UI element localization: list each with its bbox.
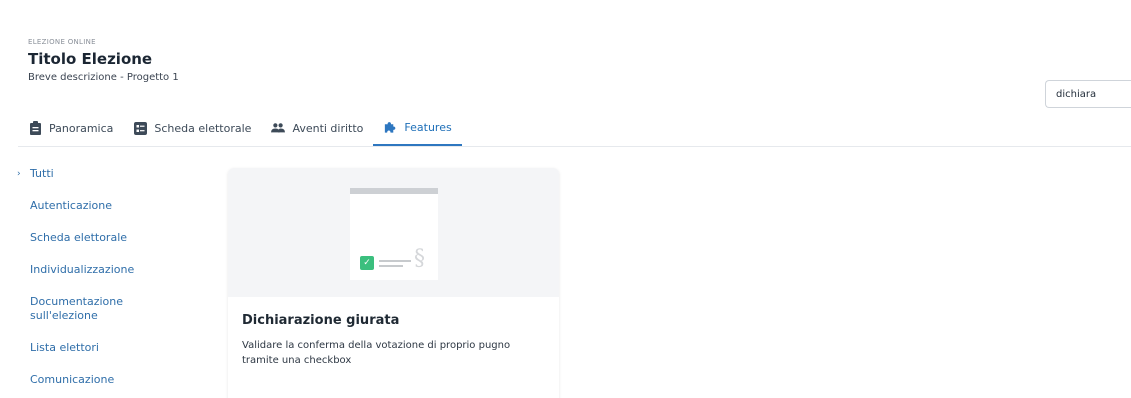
feature-card[interactable]: ✓ § Dichiarazione giurata Validare la co…: [228, 168, 559, 398]
sidebar-item-documentazione[interactable]: Documentazione sull'elezione: [16, 292, 166, 326]
card-title: Dichiarazione giurata: [242, 313, 400, 328]
card-description: Validare la conferma della votazione di …: [242, 340, 511, 366]
tab-label: Features: [404, 120, 452, 134]
sidebar-item-lista-elettori[interactable]: Lista elettori: [16, 338, 196, 358]
tab-divider: [18, 146, 1131, 147]
sidebar-item-tutti[interactable]: › Tutti: [16, 164, 196, 184]
document-illustration: ✓ §: [350, 188, 438, 280]
sidebar-item-label: Lista elettori: [30, 341, 99, 354]
tab-label: Panoramica: [49, 121, 114, 135]
document-header-bar: [350, 188, 438, 194]
tab-panoramica[interactable]: Panoramica: [18, 110, 123, 146]
sidebar-item-individualizzazione[interactable]: Individualizzazione: [16, 260, 196, 280]
ballot-icon: [133, 121, 147, 135]
people-icon: [271, 121, 286, 135]
tab-bar: Panoramica Scheda elettorale Aventi diri…: [18, 110, 462, 146]
tab-label: Scheda elettorale: [154, 121, 252, 135]
sidebar-item-scheda-elettorale[interactable]: Scheda elettorale: [16, 228, 196, 248]
clipboard-icon: [28, 121, 42, 135]
tab-label: Aventi diritto: [292, 121, 364, 135]
sidebar-item-label: Scheda elettorale: [30, 231, 128, 244]
checkbox-checked-icon: ✓: [360, 256, 374, 270]
tab-aventi-diritto[interactable]: Aventi diritto: [261, 110, 373, 146]
page-title: Titolo Elezione: [28, 50, 153, 68]
sidebar-item-label: Tutti: [30, 167, 54, 180]
sidebar-item-label: Comunicazione: [30, 373, 115, 386]
document-line: [379, 265, 403, 267]
sidebar-item-comunicazione[interactable]: Comunicazione: [16, 370, 196, 390]
page-header: ELEZIONE ONLINE Titolo Elezione Breve de…: [28, 38, 179, 83]
sidebar-item-label: Documentazione sull'elezione: [30, 295, 124, 322]
tab-features[interactable]: Features: [373, 110, 462, 146]
page-subtitle: Breve descrizione - Progetto 1: [28, 72, 179, 83]
search-input[interactable]: [1045, 80, 1131, 108]
caret-right-icon: ›: [17, 169, 21, 179]
category-sidebar: › Tutti Autenticazione Scheda elettorale…: [16, 164, 196, 398]
document-line: [379, 260, 411, 262]
section-sign-icon: §: [414, 246, 425, 271]
sidebar-item-autenticazione[interactable]: Autenticazione: [16, 196, 196, 216]
page-eyebrow: ELEZIONE ONLINE: [28, 38, 96, 46]
sidebar-item-label: Individualizzazione: [30, 263, 135, 276]
sidebar-item-label: Autenticazione: [30, 199, 113, 212]
tab-scheda-elettorale[interactable]: Scheda elettorale: [123, 110, 261, 146]
card-illustration: ✓ §: [228, 168, 559, 297]
card-body: Dichiarazione giurata Validare la confer…: [228, 297, 559, 384]
puzzle-icon: [383, 120, 397, 134]
